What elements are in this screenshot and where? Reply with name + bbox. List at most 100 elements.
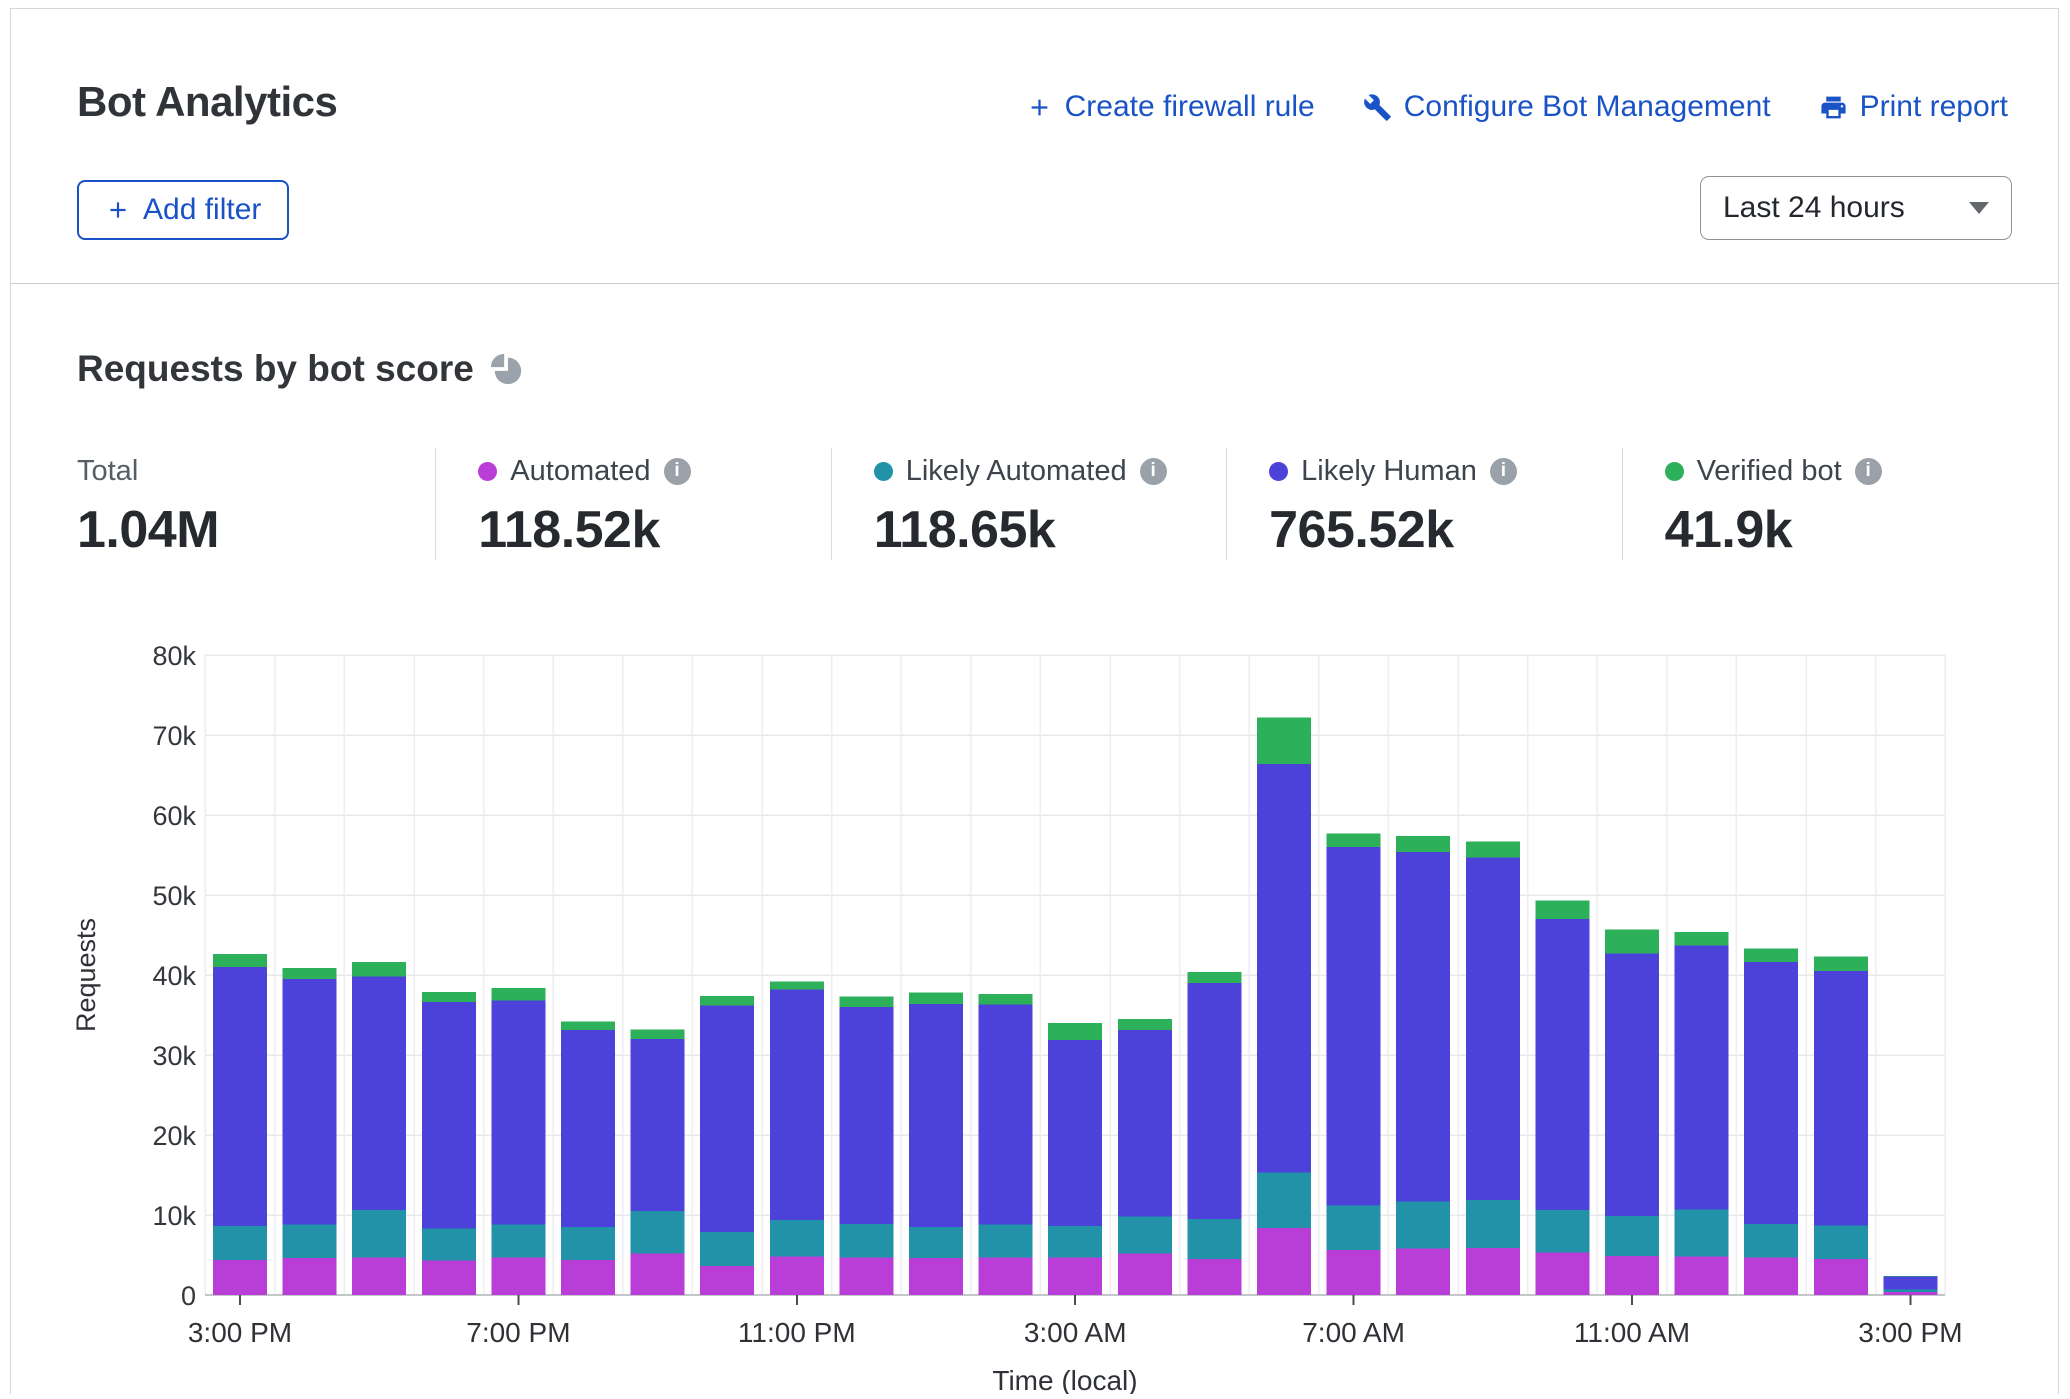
bar-segment xyxy=(561,1030,615,1227)
bar-segment xyxy=(1883,1292,1937,1295)
bar-group-1-00-AM[interactable] xyxy=(909,993,963,1295)
bar-segment xyxy=(1883,1289,1937,1291)
bar-segment xyxy=(700,996,754,1006)
bar-group-3-00-PM[interactable] xyxy=(213,954,267,1295)
bar-segment xyxy=(770,981,824,989)
bar-group-6-00-AM[interactable] xyxy=(1257,717,1311,1295)
bar-segment xyxy=(1048,1226,1102,1257)
bar-group-5-00-PM[interactable] xyxy=(352,962,406,1295)
bar-segment xyxy=(1535,1253,1589,1295)
bar-segment xyxy=(1187,972,1241,983)
section-header: Requests by bot score xyxy=(77,348,524,390)
bar-segment xyxy=(491,988,545,1001)
bar-segment xyxy=(352,977,406,1211)
y-tick-label: 60k xyxy=(152,801,196,831)
bar-segment xyxy=(352,1210,406,1257)
stat-verified-bot-value: 41.9k xyxy=(1665,500,2017,560)
bar-segment xyxy=(839,1257,893,1295)
info-icon[interactable]: i xyxy=(1140,458,1167,485)
bar-group-8-00-AM[interactable] xyxy=(1396,836,1450,1295)
bar-segment xyxy=(979,1225,1033,1258)
bar-group-6-00-PM[interactable] xyxy=(422,992,476,1295)
bar-group-7-00-AM[interactable] xyxy=(1327,833,1381,1295)
bar-group-7-00-PM[interactable] xyxy=(491,988,545,1295)
bar-group-11-00-PM[interactable] xyxy=(770,981,824,1295)
chevron-down-icon xyxy=(1969,202,1989,214)
y-tick-label: 20k xyxy=(152,1121,196,1151)
bar-segment xyxy=(491,1257,545,1295)
info-icon[interactable]: i xyxy=(1855,458,1882,485)
bar-group-9-00-AM[interactable] xyxy=(1466,841,1520,1295)
configure-bot-management-link[interactable]: Configure Bot Management xyxy=(1363,90,1771,124)
bar-segment xyxy=(422,1002,476,1228)
verified-bot-dot-icon xyxy=(1665,462,1684,481)
print-report-link[interactable]: Print report xyxy=(1819,90,2008,124)
stat-likely-human-value: 765.52k xyxy=(1269,500,1621,560)
info-icon[interactable]: i xyxy=(1490,458,1517,485)
bar-segment xyxy=(1675,932,1729,946)
requests-by-bot-score-chart: 010k20k30k40k50k60k70k80k3:00 PM7:00 PM1… xyxy=(0,630,2070,1394)
bar-group-4-00-AM[interactable] xyxy=(1118,1019,1172,1295)
x-axis-title: Time (local) xyxy=(992,1365,1137,1394)
bar-group-10-00-AM[interactable] xyxy=(1535,901,1589,1295)
bar-group-10-00-PM[interactable] xyxy=(700,996,754,1295)
x-tick-label: 7:00 AM xyxy=(1302,1317,1405,1348)
bar-group-4-00-PM[interactable] xyxy=(283,968,337,1295)
bar-group-1-00-PM[interactable] xyxy=(1744,949,1798,1295)
bar-segment xyxy=(839,1224,893,1258)
y-tick-label: 0 xyxy=(181,1281,196,1311)
bar-group-12-00-AM[interactable] xyxy=(839,997,893,1295)
bar-segment xyxy=(909,1227,963,1258)
stat-likely-automated-value: 118.65k xyxy=(874,500,1226,560)
bar-segment xyxy=(1396,1201,1450,1248)
bar-segment xyxy=(1744,962,1798,1224)
automated-dot-icon xyxy=(478,462,497,481)
bar-segment xyxy=(283,1225,337,1259)
bar-group-11-00-AM[interactable] xyxy=(1605,929,1659,1295)
bar-segment xyxy=(631,1029,685,1039)
bar-group-2-00-PM[interactable] xyxy=(1814,957,1868,1295)
print-report-label: Print report xyxy=(1860,90,2008,124)
y-tick-label: 40k xyxy=(152,961,196,991)
bar-segment xyxy=(1396,1249,1450,1295)
bar-group-3-00-PM[interactable] xyxy=(1883,1276,1937,1295)
printer-icon xyxy=(1819,93,1848,122)
info-icon[interactable]: i xyxy=(664,458,691,485)
bar-segment xyxy=(700,1232,754,1266)
bar-segment xyxy=(1535,1210,1589,1252)
bar-group-3-00-AM[interactable] xyxy=(1048,1023,1102,1295)
x-tick-label: 3:00 PM xyxy=(188,1317,292,1348)
bar-segment xyxy=(770,989,824,1219)
stat-total: Total 1.04M xyxy=(77,448,435,560)
bar-segment xyxy=(1118,1019,1172,1030)
plus-icon xyxy=(105,197,131,223)
bar-segment xyxy=(1535,901,1589,919)
time-range-select[interactable]: Last 24 hours xyxy=(1700,176,2012,240)
bar-segment xyxy=(631,1253,685,1295)
bar-segment xyxy=(422,1229,476,1261)
bar-group-8-00-PM[interactable] xyxy=(561,1021,615,1295)
bar-group-12-00-PM[interactable] xyxy=(1675,932,1729,1295)
stat-automated-label: Automated xyxy=(510,455,650,488)
bar-segment xyxy=(1187,1219,1241,1259)
bar-segment xyxy=(700,1005,754,1231)
bar-segment xyxy=(283,1258,337,1295)
bar-segment xyxy=(1327,1205,1381,1250)
time-range-value: Last 24 hours xyxy=(1723,191,1905,225)
bar-segment xyxy=(561,1260,615,1295)
bar-segment xyxy=(979,994,1033,1004)
x-tick-label: 11:00 PM xyxy=(738,1317,856,1348)
bar-group-9-00-PM[interactable] xyxy=(631,1029,685,1295)
bar-segment xyxy=(1605,1216,1659,1256)
bar-group-5-00-AM[interactable] xyxy=(1187,972,1241,1295)
bar-segment xyxy=(1883,1276,1937,1277)
bar-segment xyxy=(1744,1224,1798,1258)
bar-group-2-00-AM[interactable] xyxy=(979,994,1033,1295)
add-filter-button[interactable]: Add filter xyxy=(77,180,289,240)
bar-segment xyxy=(1466,1248,1520,1295)
bar-segment xyxy=(1327,1250,1381,1295)
pie-chart-icon xyxy=(490,352,524,386)
bar-segment xyxy=(631,1211,685,1253)
create-firewall-rule-link[interactable]: Create firewall rule xyxy=(1026,90,1315,124)
bar-segment xyxy=(1257,764,1311,1173)
